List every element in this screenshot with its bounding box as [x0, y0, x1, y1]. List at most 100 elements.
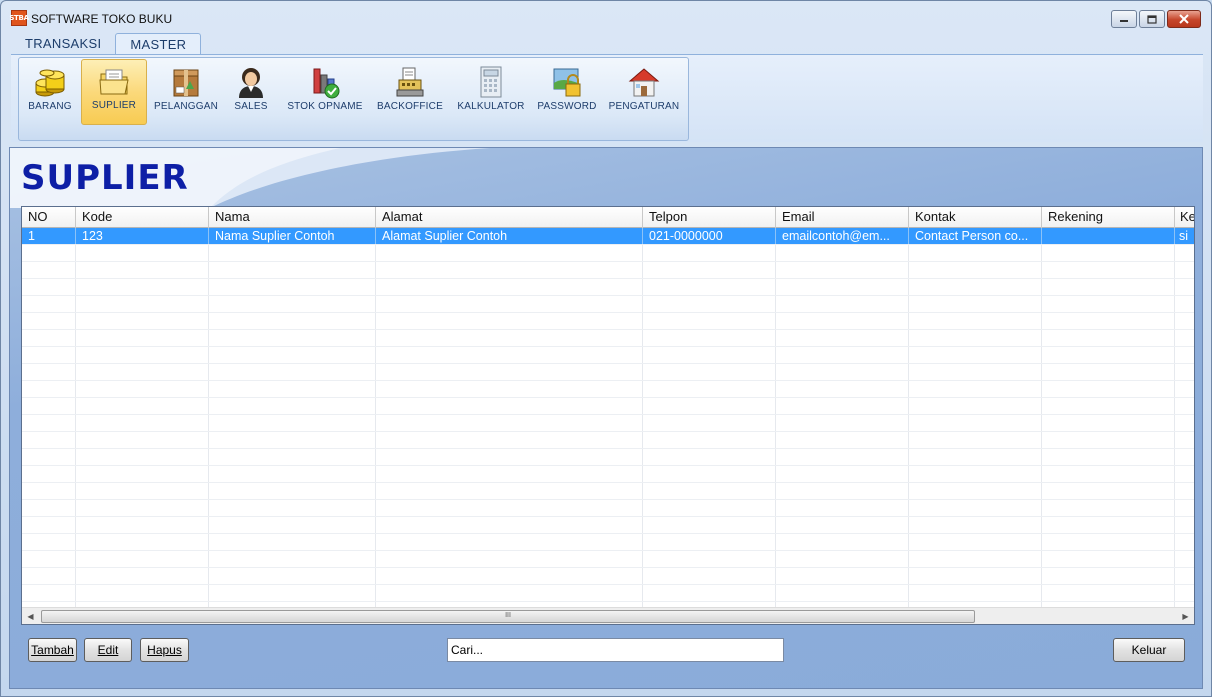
table-row[interactable]: 1 123 Nama Suplier Contoh Alamat Suplier…	[22, 228, 1194, 245]
empty-cell	[209, 313, 376, 329]
column-header-rekening[interactable]: Rekening	[1042, 207, 1175, 228]
ribbon-button-pengaturan[interactable]: PENGATURAN	[605, 60, 683, 124]
empty-cell	[76, 364, 209, 380]
empty-cell	[643, 534, 776, 550]
empty-cell	[643, 262, 776, 278]
minimize-button[interactable]	[1111, 10, 1137, 28]
empty-cell	[209, 415, 376, 431]
empty-cell	[209, 534, 376, 550]
empty-cell	[1175, 262, 1194, 278]
hapus-button[interactable]: Hapus	[140, 638, 189, 662]
empty-cell	[1042, 313, 1175, 329]
keluar-button[interactable]: Keluar	[1113, 638, 1185, 662]
supplier-grid[interactable]: NO Kode Nama Alamat Telpon Email Kontak …	[21, 206, 1195, 625]
column-header-kode[interactable]: Kode	[76, 207, 209, 228]
scroll-left-icon[interactable]: ◀	[22, 608, 39, 624]
empty-cell	[909, 415, 1042, 431]
ribbon-button-kalkulator[interactable]: KALKULATOR	[453, 60, 529, 124]
column-header-kontak[interactable]: Kontak	[909, 207, 1042, 228]
empty-cell	[643, 313, 776, 329]
empty-cell	[76, 330, 209, 346]
content-area: SUPLIER NO Kode Nama Alamat Telpon Email…	[9, 147, 1203, 689]
empty-cell	[776, 534, 909, 550]
empty-row	[22, 449, 1194, 466]
ribbon-button-sales[interactable]: SALES	[229, 60, 273, 124]
ribbon-button-suplier[interactable]: SUPLIER	[81, 59, 147, 125]
empty-cell	[776, 483, 909, 499]
empty-cell	[76, 534, 209, 550]
empty-cell	[1042, 551, 1175, 567]
empty-cell	[22, 517, 76, 533]
empty-cell	[1042, 466, 1175, 482]
empty-cell	[209, 551, 376, 567]
tab-transaksi[interactable]: TRANSAKSI	[11, 33, 115, 55]
empty-cell	[376, 517, 643, 533]
column-header-no[interactable]: NO	[22, 207, 76, 228]
tambah-button[interactable]: Tambah	[28, 638, 77, 662]
empty-cell	[209, 500, 376, 516]
empty-cell	[776, 245, 909, 261]
house-icon	[628, 68, 660, 97]
scrollbar-thumb[interactable]: III	[41, 610, 975, 623]
ribbon-button-pelanggan[interactable]: PELANGGAN	[151, 60, 221, 124]
scroll-right-icon[interactable]: ▶	[1177, 608, 1194, 624]
horizontal-scrollbar[interactable]: ◀ III ▶	[22, 607, 1194, 624]
cell-rekening	[1042, 228, 1175, 244]
column-header-nama[interactable]: Nama	[209, 207, 376, 228]
empty-cell	[643, 296, 776, 312]
coins-icon	[35, 69, 65, 97]
chart-check-icon	[313, 68, 340, 99]
empty-cell	[209, 262, 376, 278]
empty-cell	[776, 517, 909, 533]
folder-icon	[99, 69, 129, 95]
empty-cell	[1042, 534, 1175, 550]
empty-cell	[22, 432, 76, 448]
cell-telpon: 021-0000000	[643, 228, 776, 244]
column-header-email[interactable]: Email	[776, 207, 909, 228]
empty-cell	[376, 313, 643, 329]
empty-cell	[643, 551, 776, 567]
edit-button[interactable]: Edit	[84, 638, 132, 662]
cell-ke: si	[1175, 228, 1194, 244]
empty-cell	[909, 313, 1042, 329]
empty-cell	[643, 483, 776, 499]
ribbon-button-barang[interactable]: BARANG	[24, 60, 76, 124]
empty-cell	[1042, 517, 1175, 533]
ribbon-button-password[interactable]: PASSWORD	[535, 60, 599, 124]
empty-cell	[909, 432, 1042, 448]
column-header-ke[interactable]: Ke	[1175, 207, 1194, 228]
empty-cell	[643, 330, 776, 346]
ribbon-button-stok-opname[interactable]: STOK OPNAME	[282, 60, 368, 124]
empty-cell	[376, 279, 643, 295]
empty-row	[22, 568, 1194, 585]
empty-cell	[776, 415, 909, 431]
column-header-telpon[interactable]: Telpon	[643, 207, 776, 228]
ribbon-button-label: PENGATURAN	[608, 101, 680, 112]
ribbon-button-backoffice[interactable]: BACKOFFICE	[373, 60, 447, 124]
cell-kode: 123	[76, 228, 209, 244]
empty-cell	[376, 483, 643, 499]
empty-row	[22, 347, 1194, 364]
empty-cell	[643, 585, 776, 601]
empty-cell	[376, 449, 643, 465]
lock-icon	[553, 68, 581, 97]
column-header-alamat[interactable]: Alamat	[376, 207, 643, 228]
empty-cell	[909, 483, 1042, 499]
empty-cell	[76, 585, 209, 601]
empty-cell	[376, 245, 643, 261]
empty-cell	[209, 279, 376, 295]
empty-cell	[22, 330, 76, 346]
header-swoosh	[10, 148, 490, 208]
tab-master[interactable]: MASTER	[115, 33, 202, 55]
empty-cell	[643, 381, 776, 397]
empty-cell	[1175, 551, 1194, 567]
empty-cell	[776, 296, 909, 312]
empty-cell	[22, 347, 76, 363]
empty-cell	[1175, 534, 1194, 550]
empty-cell	[209, 449, 376, 465]
empty-cell	[776, 347, 909, 363]
search-input[interactable]	[447, 638, 784, 662]
empty-cell	[643, 245, 776, 261]
close-button[interactable]	[1167, 10, 1201, 28]
maximize-button[interactable]	[1139, 10, 1165, 28]
